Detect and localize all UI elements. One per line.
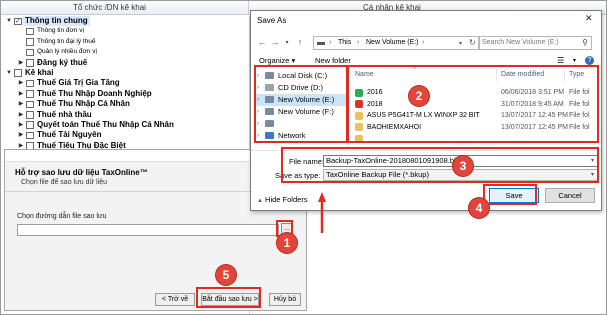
new-folder-button[interactable]: New folder [315, 56, 351, 65]
tree-checkbox[interactable] [14, 69, 22, 77]
collapse-arrow-icon[interactable]: ▶ [17, 99, 25, 109]
tree-row[interactable]: ▼ Kê khai [3, 68, 248, 78]
help-icon[interactable]: ? [585, 56, 594, 65]
expand-arrow-icon[interactable]: ▼ [5, 16, 13, 26]
collapse-arrow-icon[interactable]: ▶ [17, 78, 25, 88]
tree-checkbox[interactable] [26, 121, 34, 129]
up-arrow-icon[interactable]: ↑ [295, 37, 305, 47]
tree-row[interactable]: ▶ Thuế Thu Nhập Cá Nhân [3, 99, 248, 109]
navigation-bar: ← → ▾ ↑ › This › New Volume (E:) › ▾ ↻ S… [251, 35, 601, 51]
back-arrow-icon[interactable]: ← [257, 37, 267, 47]
highlight-save-button [483, 184, 537, 205]
step-badge-5: 5 [216, 265, 236, 285]
cancel-button[interactable]: Cancel [545, 188, 595, 203]
tree-checkbox[interactable] [26, 59, 34, 67]
search-icon: ⚲ [582, 38, 588, 47]
tree-label: Quyết toán Thuế Thu Nhập Cá Nhân [37, 119, 174, 129]
tree-row[interactable]: ▶ Quyết toán Thuế Thu Nhập Cá Nhân [3, 120, 248, 130]
tree-row[interactable]: ▶ Thuế Giá Trị Gia Tăng [3, 78, 248, 88]
tree-label: Kê khai [25, 67, 54, 77]
forward-arrow-icon[interactable]: → [270, 37, 280, 47]
tree-row[interactable]: ▼ ✓ Thông tin chung [3, 16, 248, 27]
function-tree: ▼ ✓ Thông tin chung Thông tin đơn vị Thông t… [3, 16, 248, 151]
tree-label: Thuế Giá Trị Gia Tăng [37, 78, 120, 88]
tree-checkbox[interactable] [26, 111, 34, 119]
wizard-subtitle: Chọn file để sao lưu dữ liệu [21, 179, 108, 186]
tree-row[interactable]: ▶ Thuế Thu Nhập Doanh Nghiệp [3, 89, 248, 99]
step-badge-1: 1 [277, 233, 297, 253]
tree-checkbox[interactable] [26, 100, 34, 109]
organize-button[interactable]: Organize ▾ [259, 56, 295, 65]
highlight-file-list [347, 65, 599, 143]
hide-folders-toggle[interactable]: ▲ Hide Folders [257, 195, 308, 204]
search-placeholder: Search New Volume (E:) [482, 39, 559, 46]
backup-path-input[interactable] [17, 224, 279, 236]
step-badge-2: 2 [409, 86, 429, 106]
address-separator: › [329, 39, 332, 46]
view-dropdown-icon[interactable]: ▾ [573, 57, 576, 64]
wizard-cancel-button[interactable]: Hủy bỏ [269, 293, 301, 306]
tree-label: Đăng ký thuế [37, 57, 88, 67]
wizard-title: Hỗ trợ sao lưu dữ liệu TaxOnline™ [15, 168, 148, 177]
address-separator: › [422, 39, 425, 46]
tree-label: Thuế nhà thầu [37, 109, 92, 119]
tree-checkbox[interactable] [26, 27, 34, 36]
tree-label: Thông tin chung [23, 16, 90, 27]
close-icon[interactable]: ✕ [585, 13, 593, 24]
org-column-header[interactable]: Tổ chức /DN kê khai [73, 3, 146, 12]
chevron-up-icon: ▲ [257, 198, 263, 204]
address-this-pc[interactable]: This [338, 39, 351, 46]
address-location[interactable]: New Volume (E:) [366, 39, 419, 46]
tree-row[interactable]: ▶ Thuế nhà thầu [3, 110, 248, 120]
tree-checkbox[interactable] [26, 131, 34, 140]
tree-label: Thông tin đơn vị [37, 27, 84, 35]
expand-arrow-icon[interactable]: ▼ [5, 68, 13, 78]
tree-label: Thuế Tài Nguyên [37, 130, 102, 140]
refresh-icon[interactable]: ↻ [469, 38, 476, 47]
tree-label: Quản lý nhiều đơn vị [37, 48, 97, 56]
drive-icon [317, 42, 325, 45]
backup-path-label: Chọn đường dẫn file sao lưu [17, 213, 107, 220]
header-divider [248, 1, 249, 15]
collapse-arrow-icon[interactable]: ▶ [17, 130, 25, 140]
highlight-start-button [196, 287, 261, 308]
save-as-title: Save As [257, 16, 287, 25]
arrow-up-icon [318, 192, 326, 233]
step-badge-3: 3 [453, 156, 473, 176]
step-badge-4: 4 [469, 198, 489, 218]
tree-checkbox[interactable] [26, 79, 34, 88]
highlight-nav-pane [254, 65, 348, 143]
tree-row[interactable]: ▶ Thuế Tài Nguyên [3, 130, 248, 140]
collapse-arrow-icon[interactable]: ▶ [17, 89, 25, 99]
tree-row[interactable]: Thông tin đơn vị [3, 26, 248, 36]
hide-folders-label: Hide Folders [265, 195, 308, 204]
collapse-arrow-icon[interactable]: ▶ [17, 58, 25, 68]
tree-checkbox[interactable] [26, 38, 34, 46]
address-dropdown-icon[interactable]: ▾ [459, 40, 462, 47]
tree-label: Thuế Thu Nhập Doanh Nghiệp [37, 88, 152, 98]
back-button[interactable]: < Trở về [155, 293, 195, 306]
collapse-arrow-icon[interactable]: ▶ [17, 110, 25, 120]
tree-label: Thông tin đại lý thuế [37, 37, 96, 45]
tree-row[interactable]: ▶ Đăng ký thuế [3, 58, 248, 68]
collapse-arrow-icon[interactable]: ▶ [17, 120, 25, 130]
view-options-icon[interactable]: ☰ [557, 56, 564, 65]
search-box[interactable]: Search New Volume (E:) ⚲ [478, 36, 592, 50]
recent-dropdown-icon[interactable]: ▾ [282, 39, 292, 46]
tree-row[interactable]: Quản lý nhiều đơn vị [3, 47, 248, 57]
tree-checkbox[interactable] [26, 90, 34, 98]
tree-label: Thuế Thu Nhập Cá Nhân [37, 99, 130, 109]
address-bar[interactable]: › This › New Volume (E:) › ▾ ↻ [313, 36, 480, 50]
tree-checkbox[interactable] [26, 48, 34, 57]
tree-checkbox[interactable]: ✓ [14, 17, 22, 25]
tree-row[interactable]: Thông tin đại lý thuế [3, 37, 248, 47]
highlight-save-fields [281, 147, 599, 183]
address-separator: › [357, 39, 360, 46]
